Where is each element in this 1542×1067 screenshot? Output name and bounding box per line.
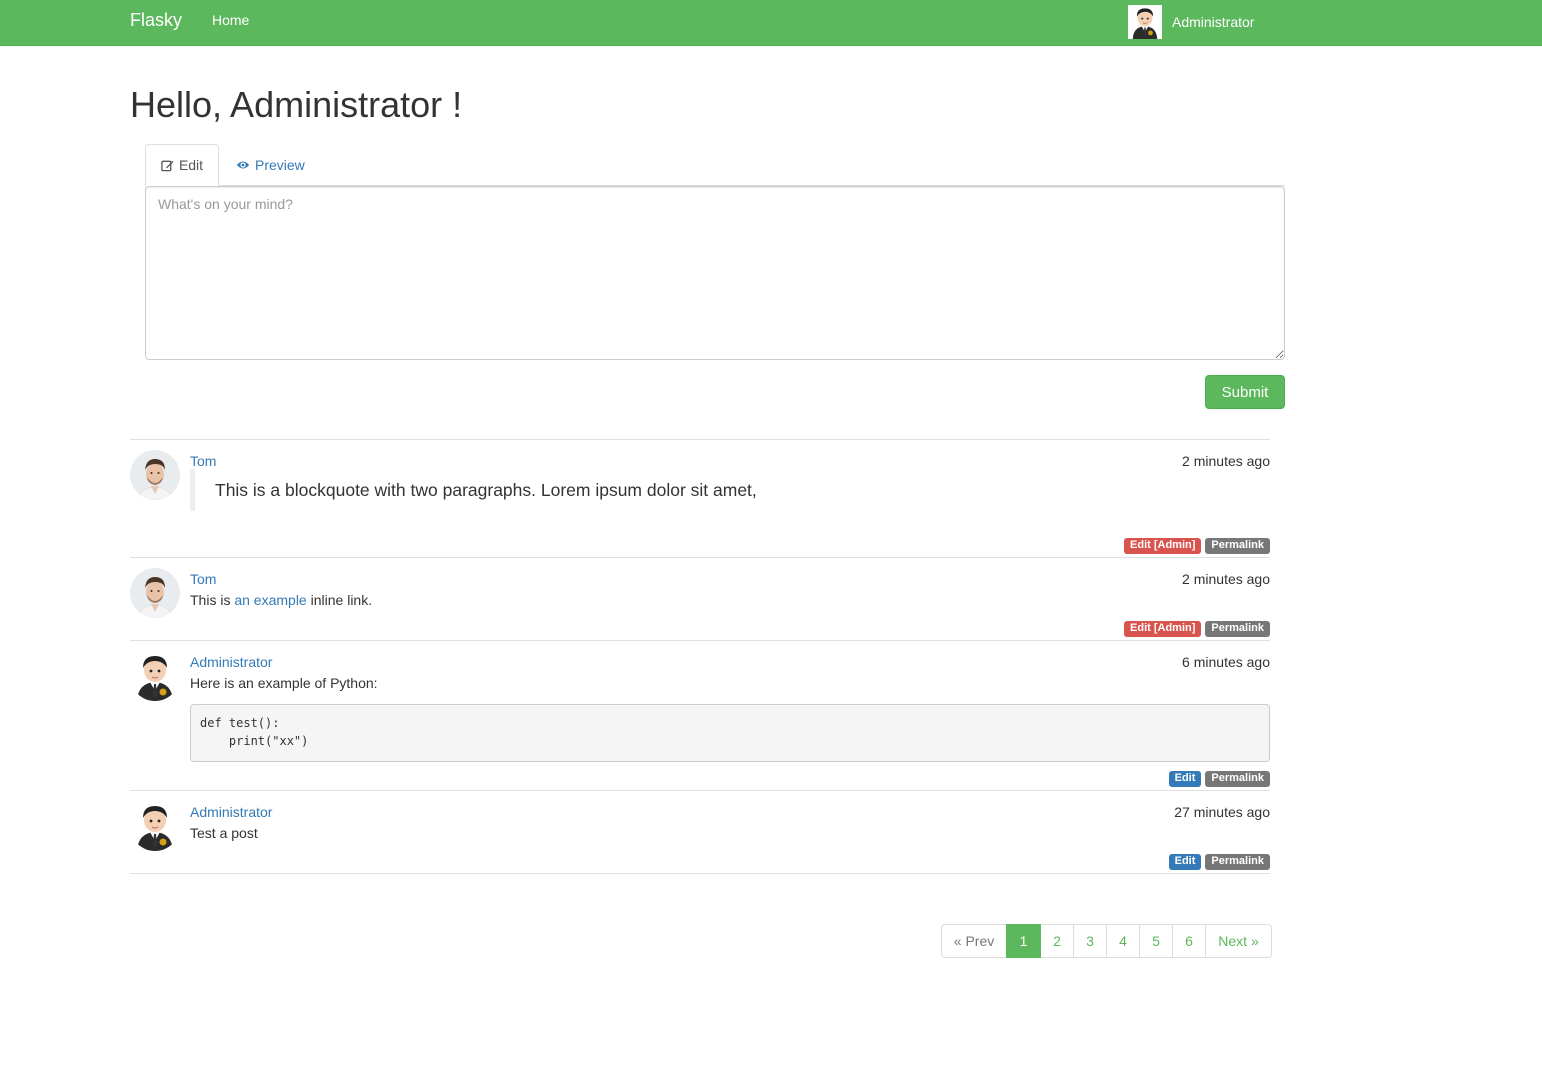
admin-avatar[interactable] xyxy=(130,651,180,701)
post-date: 2 minutes ago xyxy=(1182,571,1270,587)
post-body: This is a blockquote with two paragraphs… xyxy=(190,469,1270,511)
post-body: Test a post xyxy=(190,824,1270,842)
pagination-prev[interactable]: « Prev xyxy=(941,924,1007,958)
edit-button[interactable]: Edit xyxy=(1168,854,1202,870)
brand-link[interactable]: Flasky xyxy=(130,10,182,30)
nav-home-link[interactable]: Home xyxy=(212,12,249,28)
tab-edit-label: Edit xyxy=(178,157,204,173)
post-author-link[interactable]: Administrator xyxy=(190,654,272,670)
tab-preview[interactable]: Preview xyxy=(236,144,305,186)
permalink-button[interactable]: Permalink xyxy=(1205,621,1270,637)
edit-admin-button[interactable]: Edit [Admin] xyxy=(1124,621,1202,637)
edit-icon xyxy=(161,160,174,171)
permalink-button[interactable]: Permalink xyxy=(1205,771,1270,787)
permalink-button[interactable]: Permalink xyxy=(1205,854,1270,870)
pagination-page-4[interactable]: 4 xyxy=(1106,924,1140,958)
post-actions: Edit [Admin] Permalink xyxy=(1124,621,1270,637)
tab-edit[interactable]: Edit xyxy=(145,144,219,186)
submit-button[interactable]: Submit xyxy=(1205,375,1285,409)
admin-avatar[interactable] xyxy=(130,801,180,851)
edit-button[interactable]: Edit xyxy=(1168,771,1202,787)
post-actions: Edit Permalink xyxy=(1168,771,1270,787)
post-date: 2 minutes ago xyxy=(1182,453,1270,469)
post-list: Tom 2 minutes ago This is a blockquote w… xyxy=(130,439,1270,874)
nav-user-menu[interactable]: Administrator xyxy=(1128,3,1254,41)
post-text: Test a post xyxy=(190,825,258,841)
editor-tabs: Edit Preview xyxy=(145,144,1285,186)
inline-link[interactable]: an example xyxy=(234,592,306,608)
page-title: Hello, Administrator ! xyxy=(130,84,463,125)
edit-admin-button[interactable]: Edit [Admin] xyxy=(1124,538,1202,554)
code-block: def test(): print("xx") xyxy=(190,704,1270,762)
pagination-next[interactable]: Next » xyxy=(1205,924,1272,958)
post-body: This is an example inline link. xyxy=(190,591,1270,609)
post-blockquote: This is a blockquote with two paragraphs… xyxy=(190,469,1270,511)
post-date: 27 minutes ago xyxy=(1174,804,1270,820)
admin-avatar-icon xyxy=(1128,4,1162,40)
post-item: Tom 2 minutes ago This is an example inl… xyxy=(130,558,1270,641)
post-author-link[interactable]: Tom xyxy=(190,453,216,469)
post-actions: Edit Permalink xyxy=(1168,854,1270,870)
pagination-page-5[interactable]: 5 xyxy=(1139,924,1173,958)
post-body-input[interactable] xyxy=(145,186,1285,360)
post-author-link[interactable]: Tom xyxy=(190,571,216,587)
navbar: Flasky Home Administrator xyxy=(0,0,1542,46)
post-item: Administrator 6 minutes ago Here is an e… xyxy=(130,641,1270,791)
pagination-page-6[interactable]: 6 xyxy=(1172,924,1206,958)
tom-avatar[interactable] xyxy=(130,568,180,618)
pagination: « Prev 1 2 3 4 5 6 Next » xyxy=(941,924,1272,958)
post-body: Here is an example of Python: def test()… xyxy=(190,674,1270,762)
pagination-page-1[interactable]: 1 xyxy=(1006,924,1041,958)
post-author-link[interactable]: Administrator xyxy=(190,804,272,820)
post-date: 6 minutes ago xyxy=(1182,654,1270,670)
permalink-button[interactable]: Permalink xyxy=(1205,538,1270,554)
nav-user-name: Administrator xyxy=(1172,14,1255,30)
tab-preview-label: Preview xyxy=(255,157,305,173)
eye-icon xyxy=(236,161,250,169)
post-text: Here is an example of Python: xyxy=(190,675,378,691)
tom-avatar[interactable] xyxy=(130,450,180,500)
post-actions: Edit [Admin] Permalink xyxy=(1124,538,1270,554)
post-text: inline link. xyxy=(306,592,373,608)
pagination-page-3[interactable]: 3 xyxy=(1073,924,1107,958)
post-item: Tom 2 minutes ago This is a blockquote w… xyxy=(130,440,1270,558)
pagination-page-2[interactable]: 2 xyxy=(1040,924,1074,958)
post-item: Administrator 27 minutes ago Test a post… xyxy=(130,791,1270,874)
post-text: This is xyxy=(190,592,235,608)
